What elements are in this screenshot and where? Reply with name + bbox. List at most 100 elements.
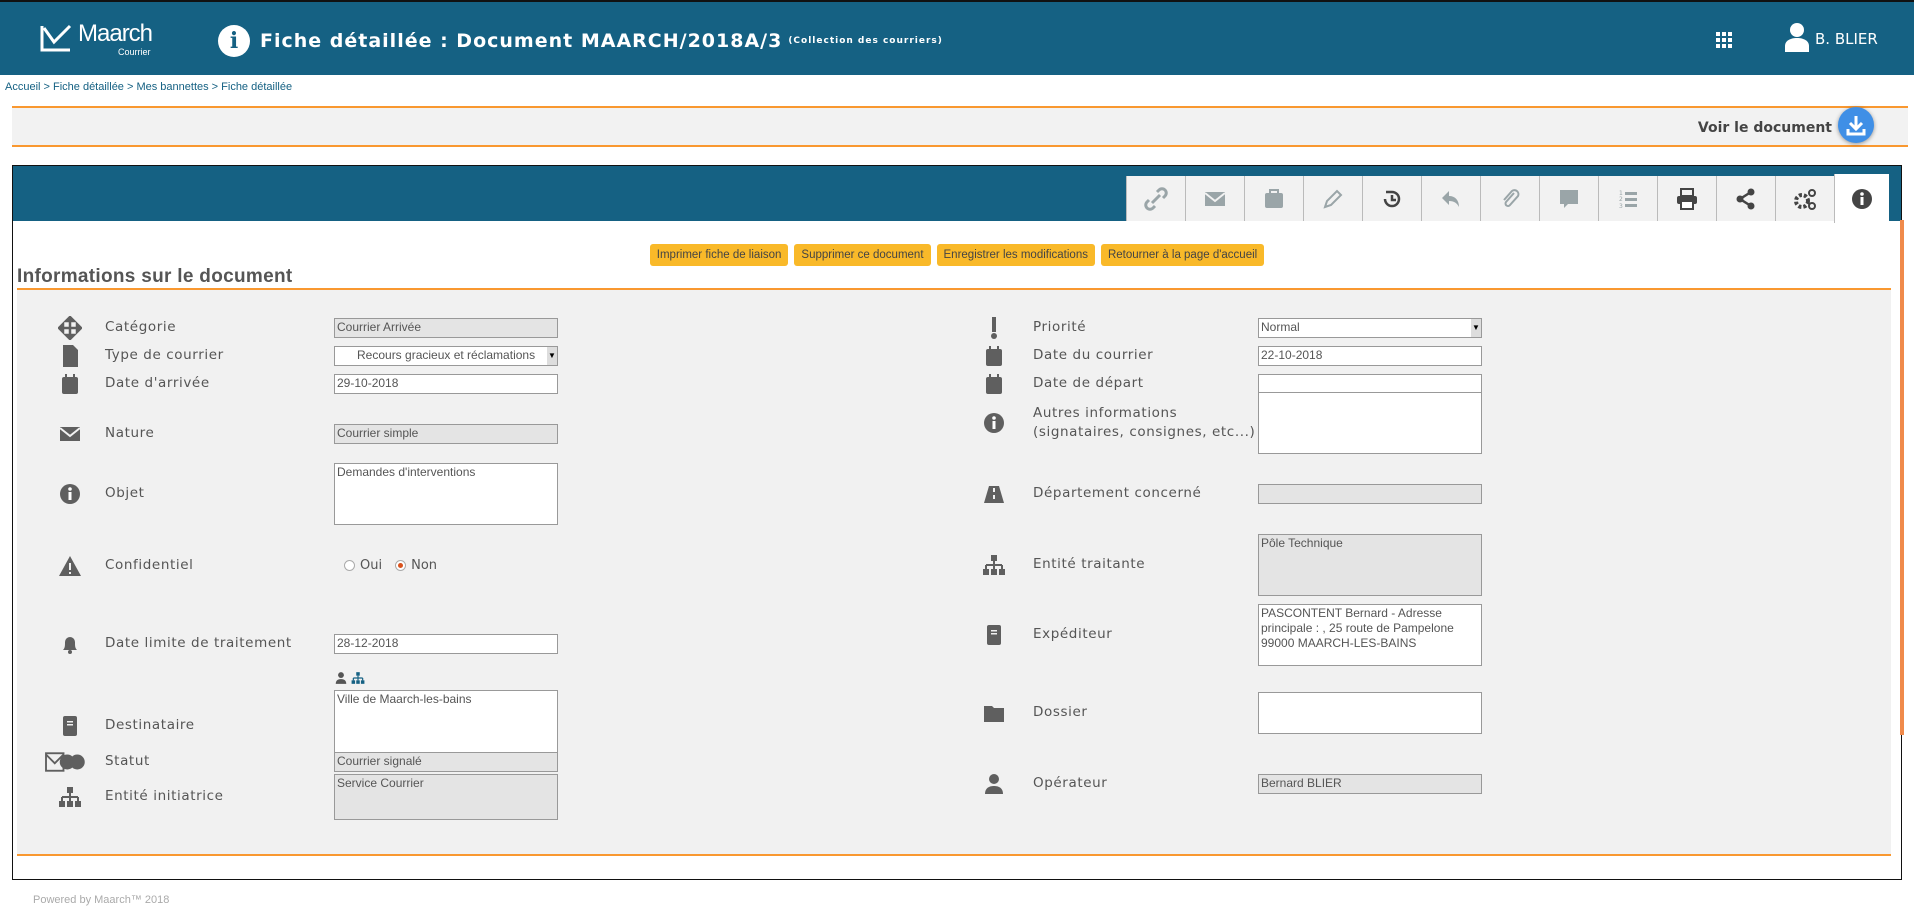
date-d-arrivee-value: 29-10-2018 xyxy=(337,376,399,390)
expediteur-field[interactable]: PASCONTENT Bernard - Adresse principale … xyxy=(1258,604,1482,666)
radio-non[interactable] xyxy=(395,560,407,571)
calendar-icon xyxy=(986,374,1002,394)
chevron-down-icon[interactable]: ▼ xyxy=(547,347,557,365)
statut-value: Courrier signalé xyxy=(337,754,422,768)
tab-comment[interactable] xyxy=(1539,176,1598,221)
tab-paperclip[interactable] xyxy=(1480,176,1539,221)
date-d-arrivee-field[interactable]: 29-10-2018 xyxy=(334,374,558,394)
nature-field[interactable]: Courrier simple xyxy=(334,424,558,444)
sitemap-icon xyxy=(983,555,1005,575)
apps-grid-icon[interactable] xyxy=(1716,32,1732,48)
contact-user-icon[interactable] xyxy=(334,671,348,685)
file-icon xyxy=(63,345,78,367)
categorie-label: Catégorie xyxy=(105,319,177,335)
entite-traitante-field[interactable]: Pôle Technique xyxy=(1258,534,1482,596)
departement-concerne-field[interactable] xyxy=(1258,484,1482,504)
calendar-icon xyxy=(986,346,1002,366)
detail-panel: 321 Imprimer fiche de liaison Supprimer c… xyxy=(12,165,1902,880)
autres-informations-signataire-label: Autres informations (signataires, consig… xyxy=(1033,405,1256,440)
statut-field[interactable]: Courrier signalé xyxy=(334,752,558,772)
warning-icon xyxy=(59,556,81,576)
info-icon: i xyxy=(218,25,250,57)
download-button[interactable] xyxy=(1838,107,1874,143)
date-limite-de-traitement-value: 28-12-2018 xyxy=(337,636,399,650)
expediteur-label: Expéditeur xyxy=(1033,626,1113,642)
date-du-courrier-value: 22-10-2018 xyxy=(1261,348,1323,362)
confidential-radio-group: Oui Non xyxy=(344,558,445,573)
info-icon xyxy=(1852,188,1872,209)
departement-concerne-label: Département concerné xyxy=(1033,485,1202,501)
save-changes-button[interactable]: Enregistrer les modifications xyxy=(936,244,1095,266)
objet-field[interactable]: Demandes d'interventions xyxy=(334,463,558,525)
logo-name: Maarch xyxy=(78,20,153,47)
link-icon xyxy=(1144,186,1168,211)
tab-briefcase[interactable] xyxy=(1244,176,1303,221)
info-circle-icon xyxy=(977,406,1011,440)
tab-print[interactable] xyxy=(1657,176,1716,221)
road-icon xyxy=(977,477,1011,511)
radio-non-label[interactable]: Non xyxy=(411,558,437,573)
user-icon[interactable] xyxy=(1784,22,1810,52)
destinataire-value: Ville de Maarch-les-bains xyxy=(337,692,472,706)
radio-oui[interactable] xyxy=(344,560,355,571)
folder-icon xyxy=(977,696,1011,730)
statut-label: Statut xyxy=(105,753,150,769)
scrollbar[interactable] xyxy=(1900,220,1904,735)
entite-initiatrice-value: Service Courrier xyxy=(337,776,424,790)
address-book-icon xyxy=(53,709,87,743)
chevron-down-icon[interactable]: ▼ xyxy=(1471,319,1481,337)
date-de-depart-label: Date de départ xyxy=(1033,375,1144,391)
bell-icon xyxy=(53,627,87,661)
priorite-label: Priorité xyxy=(1033,319,1087,335)
status-icon xyxy=(45,752,85,772)
tab-info[interactable] xyxy=(1834,174,1889,223)
svg-text:3: 3 xyxy=(1619,203,1623,210)
document-toolbar xyxy=(12,106,1908,147)
breadcrumb[interactable]: Accueil > Fiche détaillée > Mes bannette… xyxy=(5,81,292,93)
svg-text:2: 2 xyxy=(1619,196,1623,203)
share-icon xyxy=(1736,188,1755,209)
tab-share[interactable] xyxy=(1716,176,1775,221)
date-de-depart-field[interactable] xyxy=(1258,374,1482,394)
tab-envelope[interactable] xyxy=(1185,176,1244,221)
calendar-icon xyxy=(53,367,87,401)
view-document-link[interactable]: Voir le document xyxy=(1698,120,1832,136)
info-circle-icon xyxy=(984,413,1004,433)
tab-link[interactable] xyxy=(1126,176,1185,221)
autres-informations-signataire-field[interactable] xyxy=(1258,392,1482,454)
delete-document-button[interactable]: Supprimer ce document xyxy=(794,244,931,266)
bell-icon xyxy=(63,637,77,654)
document-info-form: Catégorie Courrier Arrivée Type de courrie… xyxy=(17,288,1891,856)
title-text: Fiche détaillée : Document MAARCH/2018A/… xyxy=(260,30,783,52)
type-de-courrier-field[interactable]: Recours gracieux et réclamations ▼ xyxy=(334,346,558,366)
objet-value: Demandes d'interventions xyxy=(337,465,476,479)
footer: Powered by Maarch™ 2018 xyxy=(33,894,170,906)
date-limite-de-traitement-field[interactable]: 28-12-2018 xyxy=(334,634,558,654)
sitemap-icon xyxy=(59,787,81,807)
contact-entity-icon[interactable] xyxy=(351,671,365,685)
tab-gears[interactable] xyxy=(1775,176,1834,221)
entite-initiatrice-field[interactable]: Service Courrier xyxy=(334,774,558,820)
priorite-field[interactable]: Normal ▼ xyxy=(1258,318,1482,338)
operateur-field[interactable]: Bernard BLIER xyxy=(1258,774,1482,794)
dossier-field[interactable] xyxy=(1258,692,1482,734)
tab-numbered-list[interactable]: 321 xyxy=(1598,176,1657,221)
sitemap-icon xyxy=(977,548,1011,582)
tab-history[interactable] xyxy=(1362,176,1421,221)
road-icon xyxy=(984,486,1004,503)
recipient-type-icons xyxy=(334,671,365,685)
tab-reply[interactable] xyxy=(1421,176,1480,221)
user-name[interactable]: B. BLIER xyxy=(1815,30,1878,48)
date-du-courrier-field[interactable]: 22-10-2018 xyxy=(1258,346,1482,366)
paperclip-icon xyxy=(1503,188,1520,207)
tab-pencil[interactable] xyxy=(1303,176,1362,221)
objet-label: Objet xyxy=(105,485,145,501)
radio-oui-label[interactable]: Oui xyxy=(360,558,382,573)
print-liaison-button[interactable]: Imprimer fiche de liaison xyxy=(649,244,789,266)
panel-tab-bar: 321 xyxy=(13,166,1901,223)
status-icon xyxy=(43,745,89,779)
back-home-button[interactable]: Retourner à la page d'accueil xyxy=(1100,244,1265,266)
nature-label: Nature xyxy=(105,425,155,441)
categorie-field[interactable]: Courrier Arrivée xyxy=(334,318,558,338)
date-du-courrier-label: Date du courrier xyxy=(1033,347,1154,363)
